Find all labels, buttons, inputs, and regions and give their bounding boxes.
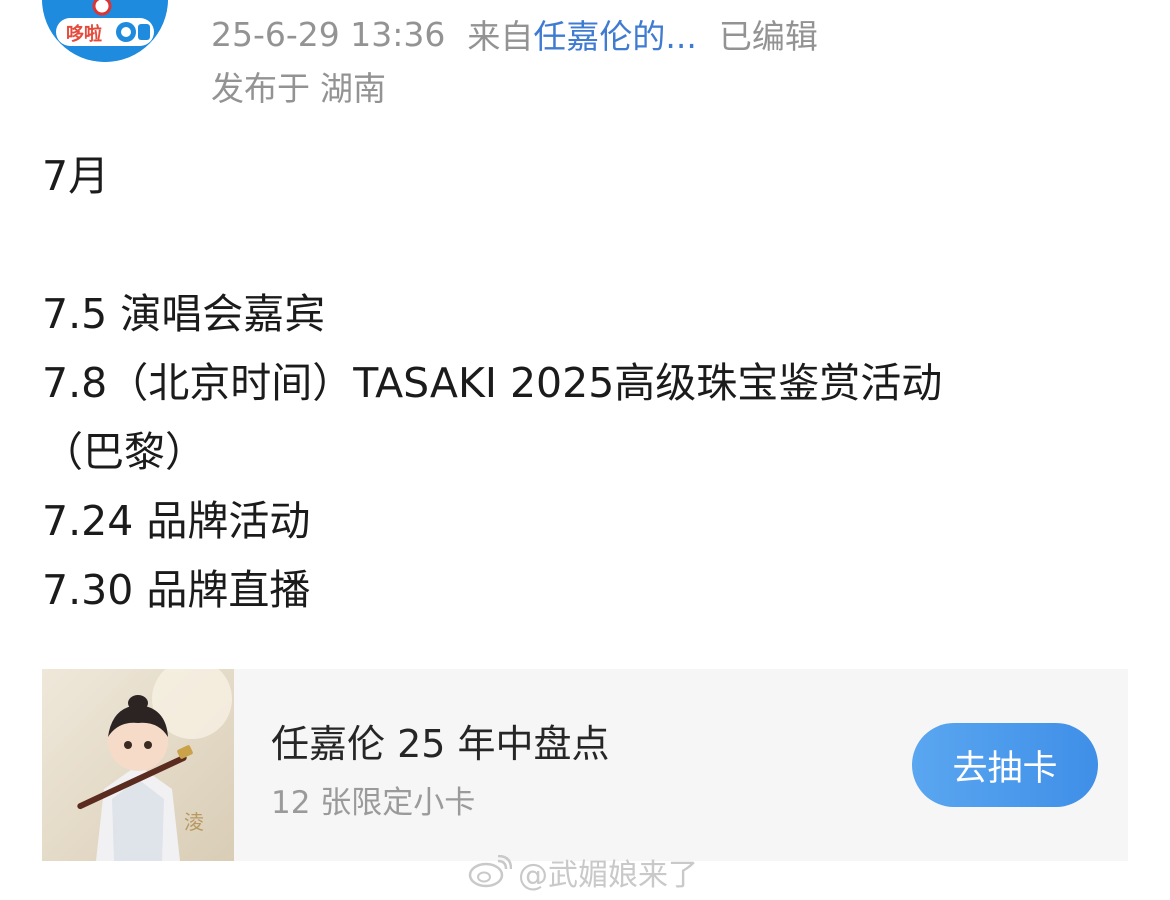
- weibo-logo-icon: [468, 855, 512, 888]
- post-body-line: 7.24 品牌活动: [42, 497, 311, 545]
- source-prefix: 来自: [467, 17, 534, 56]
- svg-text:淩: 淩: [184, 810, 204, 834]
- draw-card-button[interactable]: 去抽卡: [912, 723, 1098, 807]
- post-body-line: 7.30 品牌直播: [42, 566, 311, 614]
- watermark: @武媚娘来了: [468, 852, 698, 893]
- post-timestamp: 25-6-29 13:36: [211, 14, 446, 54]
- card-title: 任嘉伦 25 年中盘点: [271, 722, 610, 766]
- card-thumbnail-image: 淩: [42, 669, 234, 861]
- doraemon-pocket-icon: 哆啦: [42, 0, 168, 62]
- location-name: 湖南: [320, 69, 386, 108]
- post-meta: 25-6-29 13:36 来自 任嘉伦的... 已编辑: [211, 10, 818, 58]
- watermark-text: @武媚娘来了: [518, 858, 698, 893]
- card-subtitle: 12 张限定小卡: [271, 785, 476, 821]
- card-promo[interactable]: 淩 任嘉伦 25 年中盘点 12 张限定小卡 去抽卡: [42, 669, 1128, 861]
- user-avatar[interactable]: 哆啦: [42, 0, 168, 62]
- post-body-line: 7.5 演唱会嘉宾: [42, 290, 326, 338]
- post-body-line: 7月: [42, 152, 110, 200]
- post-page: 哆啦 25-6-29 13:36 来自 任嘉伦的... 已编辑 发布于 湖南 7…: [0, 0, 1170, 900]
- post-body-line: （巴黎）: [42, 428, 206, 476]
- post-body: 7月 7.5 演唱会嘉宾 7.8（北京时间）TASAKI 2025高级珠宝鉴赏活…: [42, 142, 1132, 625]
- post-body-blank-line: [42, 211, 1132, 280]
- avatar-badge-text: 哆啦: [66, 23, 102, 45]
- post-body-line: 7.8（北京时间）TASAKI 2025高级珠宝鉴赏活动: [42, 359, 943, 407]
- location-prefix: 发布于: [211, 69, 310, 108]
- source-link[interactable]: 任嘉伦的...: [533, 10, 696, 58]
- post-location: 发布于 湖南: [211, 64, 386, 108]
- edited-label[interactable]: 已编辑: [719, 10, 818, 58]
